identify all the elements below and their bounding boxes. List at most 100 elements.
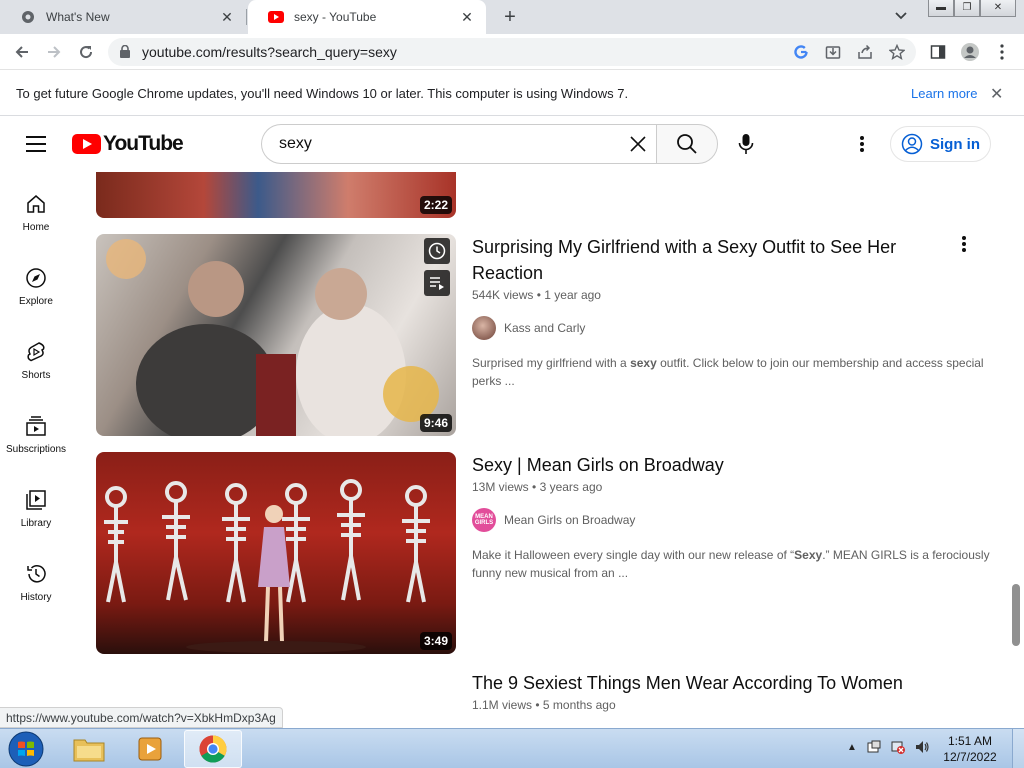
infobar-message: To get future Google Chrome updates, you… [16, 86, 629, 101]
file-explorer-taskbar-button[interactable] [60, 730, 118, 768]
tab-title: What's New [46, 10, 110, 24]
meta-separator: • [535, 698, 540, 712]
watch-later-icon[interactable] [424, 238, 450, 264]
page-scrollbar[interactable] [1012, 584, 1020, 646]
guide-label: Library [20, 518, 52, 529]
guide-item-explore[interactable]: Explore [0, 246, 72, 320]
avatar: MEAN GIRLS [472, 508, 496, 532]
minimize-button[interactable]: ▬ [928, 0, 954, 17]
action-menu-icon[interactable] [954, 234, 974, 254]
channel-name: Kass and Carly [504, 321, 586, 335]
guide-label: Explore [19, 296, 53, 307]
channel-link[interactable]: MEAN GIRLS Mean Girls on Broadway [472, 508, 635, 532]
close-window-button[interactable]: ✕ [980, 0, 1016, 17]
guide-item-subscriptions[interactable]: Subscriptions [0, 394, 72, 468]
search-results: 2:22 9:46 Surprising My Girlfriend with … [72, 172, 1012, 728]
subscriptions-icon [24, 414, 48, 438]
tab-divider [246, 9, 247, 25]
sign-in-button[interactable]: Sign in [890, 126, 991, 162]
tab-search-icon[interactable] [894, 8, 916, 26]
video-title[interactable]: The 9 Sexiest Things Men Wear According … [472, 670, 942, 696]
share-icon[interactable] [857, 44, 873, 60]
video-thumbnail[interactable]: 2:22 [96, 172, 456, 218]
menu-icon[interactable] [26, 136, 46, 152]
guide-item-history[interactable]: History [0, 542, 72, 616]
tab-strip: What's New ✕ sexy - YouTube ✕ + ▬ ❐ ✕ [0, 0, 1024, 34]
duration-badge: 2:22 [419, 196, 452, 214]
upload-age: 5 months ago [542, 698, 616, 712]
youtube-masthead: YouTube sexy Sign in [0, 116, 1024, 172]
channel-name: Mean Girls on Broadway [504, 513, 636, 527]
start-button[interactable] [6, 730, 46, 768]
bookmark-star-icon[interactable] [889, 44, 905, 60]
volume-icon[interactable] [914, 737, 930, 757]
chrome-menu-icon[interactable] [992, 42, 1012, 62]
video-thumbnail[interactable]: 9:46 [96, 234, 456, 436]
close-tab-icon[interactable]: ✕ [458, 9, 476, 26]
profile-avatar-icon[interactable] [960, 42, 980, 62]
library-icon [24, 488, 48, 512]
youtube-play-icon [72, 134, 101, 154]
search-input[interactable]: sexy [261, 124, 656, 164]
view-count: 1.1M views [472, 698, 533, 712]
video-title[interactable]: Sexy | Mean Girls on Broadway [472, 452, 942, 478]
add-to-queue-icon[interactable] [424, 270, 450, 296]
guide-label: Shorts [21, 370, 51, 381]
search-button[interactable] [656, 124, 718, 164]
guide-item-library[interactable]: Library [0, 468, 72, 542]
clear-search-icon[interactable] [628, 134, 648, 159]
reload-button[interactable] [74, 40, 98, 64]
tab-whats-new[interactable]: What's New ✕ [0, 0, 246, 34]
video-metadata: 1.1M views • 5 months ago [472, 698, 616, 712]
restore-button[interactable]: ❐ [954, 0, 980, 17]
shorts-icon [24, 340, 48, 364]
install-app-icon[interactable] [825, 44, 841, 60]
microphone-icon [738, 134, 754, 154]
thumbnail-image [104, 479, 430, 653]
close-icon[interactable]: ✕ [990, 84, 1003, 104]
upload-age: 3 years ago [539, 480, 603, 494]
browser-toolbar: youtube.com/results?search_query=sexy [0, 34, 1024, 70]
learn-more-link[interactable]: Learn more [911, 86, 977, 101]
chrome-icon [199, 735, 227, 763]
channel-link[interactable]: Kass and Carly [472, 316, 585, 340]
description-highlight: sexy [630, 356, 657, 370]
forward-button[interactable] [42, 40, 66, 64]
video-title[interactable]: Surprising My Girlfriend with a Sexy Out… [472, 234, 942, 286]
youtube-logo[interactable]: YouTube [72, 132, 184, 156]
search-icon [677, 134, 697, 154]
tab-youtube[interactable]: sexy - YouTube ✕ [248, 0, 486, 34]
network-icon[interactable] [890, 737, 906, 757]
account-icon [901, 133, 923, 155]
lock-icon[interactable] [120, 44, 130, 63]
view-count: 13M views [472, 480, 529, 494]
description-text: Surprised my girlfriend with a [472, 356, 631, 370]
url-text: youtube.com/results?search_query=sexy [142, 44, 397, 60]
history-icon [24, 562, 48, 586]
link-status-bubble: https://www.youtube.com/watch?v=XbkHmDxp… [0, 707, 283, 728]
guide-item-home[interactable]: Home [0, 172, 72, 246]
google-icon[interactable] [793, 44, 809, 60]
home-icon [24, 192, 48, 216]
address-bar[interactable]: youtube.com/results?search_query=sexy [108, 38, 916, 66]
guide-item-shorts[interactable]: Shorts [0, 320, 72, 394]
system-clock[interactable]: 1:51 AM 12/7/2022 [935, 733, 1005, 765]
back-button[interactable] [10, 40, 34, 64]
new-tab-button[interactable]: + [498, 5, 522, 29]
youtube-logo-text: YouTube [103, 132, 184, 155]
settings-more-icon[interactable] [852, 134, 872, 154]
clock-time: 1:51 AM [947, 734, 993, 748]
show-desktop-button[interactable] [1012, 729, 1024, 768]
media-player-icon [138, 737, 162, 761]
video-thumbnail[interactable]: 3:49 [96, 452, 456, 654]
side-panel-icon[interactable] [928, 42, 948, 62]
thumbnail-image [106, 239, 439, 436]
video-description: Make it Halloween every single day with … [472, 546, 992, 582]
chrome-settings-icon [20, 9, 36, 25]
close-tab-icon[interactable]: ✕ [218, 9, 236, 26]
media-player-taskbar-button[interactable] [122, 730, 180, 768]
voice-search-button[interactable] [732, 130, 760, 158]
show-hidden-icons[interactable]: ▲ [844, 737, 860, 757]
chrome-taskbar-button[interactable] [184, 730, 242, 768]
action-center-icon[interactable] [866, 737, 882, 757]
